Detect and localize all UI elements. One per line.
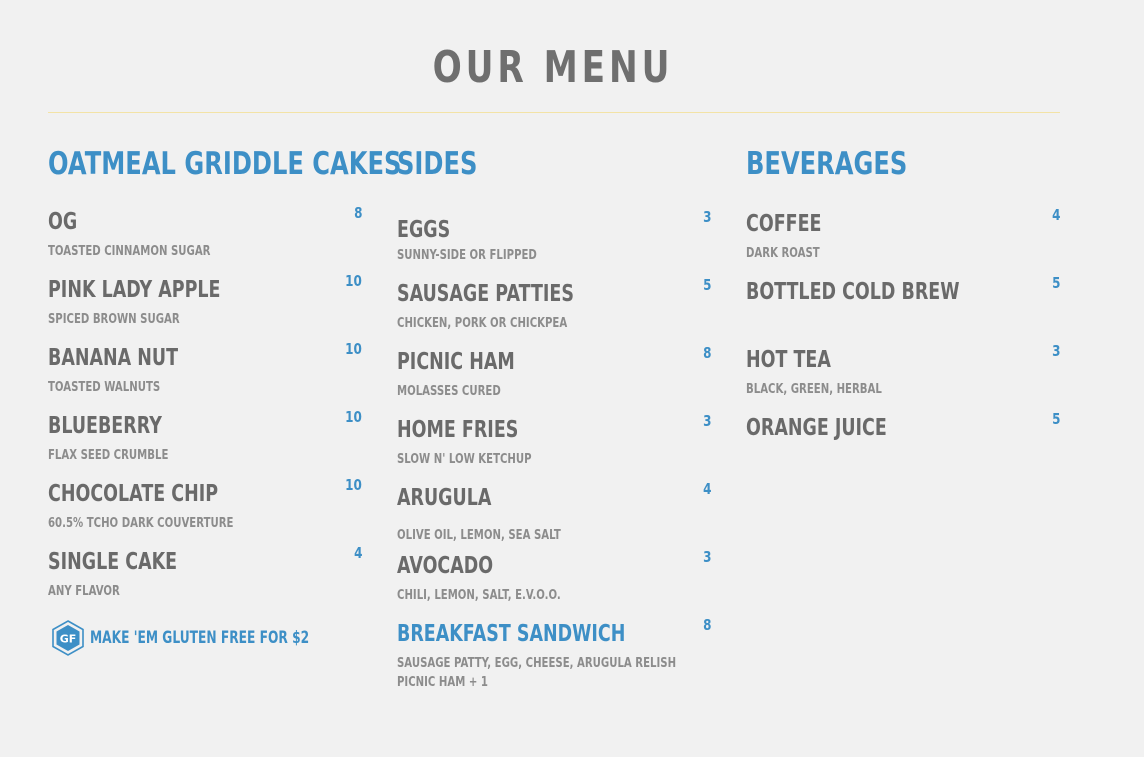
menu-item: CHOCOLATE CHIP 10 60.5% TCHO DARK COUVERTU… [48, 476, 362, 542]
page-title: OUR MENU [432, 42, 674, 93]
menu-item-name: SAUSAGE PATTIES [397, 281, 574, 307]
menu-item-description: ANY FLAVOR [48, 584, 120, 599]
menu-item-price: 5 [702, 276, 711, 294]
menu-item-price: 10 [345, 340, 362, 358]
menu-item-description: FLAX SEED CRUMBLE [48, 448, 169, 463]
menu-item-name: EGGS [397, 217, 451, 243]
menu-item-name: CHOCOLATE CHIP [48, 481, 219, 507]
gluten-free-note: GF MAKE 'EM GLUTEN FREE FOR $2 [52, 620, 394, 656]
menu-item-price: 3 [702, 412, 711, 430]
menu-item: PINK LADY APPLE 10 SPICED BROWN SUGAR [48, 272, 362, 338]
menu-item-name: PINK LADY APPLE [48, 277, 221, 303]
menu-item-price: 10 [345, 272, 362, 290]
menu-item-name: AVOCADO [397, 553, 494, 579]
menu-item-name: BANANA NUT [48, 345, 179, 371]
column-sides: SIDES EGGS 3 SUNNY-SIDE OR FLIPPED SAUSAGE … [397, 144, 711, 690]
gluten-free-note-text: MAKE 'EM GLUTEN FREE FOR $2 [90, 628, 310, 648]
menu-item-description: 60.5% TCHO DARK COUVERTURE [48, 516, 234, 531]
menu-item-description: SPICED BROWN SUGAR [48, 312, 180, 327]
menu-item-price: 4 [353, 544, 362, 562]
menu-item: OG 8 TOASTED CINNAMON SUGAR [48, 204, 362, 270]
menu-item-description: SAUSAGE PATTY, EGG, CHEESE, ARUGULA RELI… [397, 656, 677, 671]
menu-item-price: 8 [353, 204, 362, 222]
menu-item: HOT TEA 3 BLACK, GREEN, HERBAL [746, 342, 1060, 408]
section-heading: BEVERAGES [746, 146, 908, 182]
menu-item: ARUGULA 4 OLIVE OIL, LEMON, SEA SALT [397, 480, 711, 546]
menu-item-price: 4 [1051, 206, 1060, 224]
menu-item-price: 3 [702, 208, 711, 226]
menu-item: AVOCADO 3 CHILI, LEMON, SALT, E.V.O.O. [397, 548, 711, 614]
menu-item-description: CHICKEN, PORK OR CHICKPEA [397, 316, 568, 331]
menu-item-name: OG [48, 209, 78, 235]
menu-item-price: 8 [702, 344, 711, 362]
menu-item-description: PICNIC HAM + 1 [397, 675, 488, 690]
menu-item: BLUEBERRY 10 FLAX SEED CRUMBLE [48, 408, 362, 474]
menu-item-price: 10 [345, 408, 362, 426]
menu-item-price: 5 [1051, 410, 1060, 428]
menu-item-name: SINGLE CAKE [48, 549, 178, 575]
menu-item-name: COFFEE [746, 211, 822, 237]
menu-item: SINGLE CAKE 4 ANY FLAVOR [48, 544, 362, 610]
menu-item: BOTTLED COLD BREW 5 [746, 274, 1060, 340]
menu-item-price: 3 [702, 548, 711, 566]
menu-item: PICNIC HAM 8 MOLASSES CURED [397, 344, 711, 410]
menu-item-name: HOT TEA [746, 347, 831, 373]
menu-item-description: OLIVE OIL, LEMON, SEA SALT [397, 528, 561, 543]
menu-item: SAUSAGE PATTIES 5 CHICKEN, PORK OR CHICKPE… [397, 276, 711, 342]
menu-item-description: TOASTED WALNUTS [48, 380, 161, 395]
menu-item-description: SUNNY-SIDE OR FLIPPED [397, 248, 537, 263]
section-heading: OATMEAL GRIDDLE CAKES [48, 146, 402, 182]
menu-item-description: MOLASSES CURED [397, 384, 501, 399]
menu-item: BREAKFAST SANDWICH 8 SAUSAGE PATTY, EGG, C… [397, 616, 711, 690]
menu-item-name: BREAKFAST SANDWICH [397, 621, 626, 647]
menu-item-name: PICNIC HAM [397, 349, 515, 375]
gluten-free-hexagon-icon: GF [52, 620, 84, 656]
column-oatmeal-griddle-cakes: OATMEAL GRIDDLE CAKES OG 8 TOASTED CINNAMO… [48, 144, 402, 656]
menu-item-description: BLACK, GREEN, HERBAL [746, 382, 882, 397]
menu-item-name: BOTTLED COLD BREW [746, 279, 960, 305]
menu-item-price: 5 [1051, 274, 1060, 292]
section-heading: SIDES [397, 146, 478, 182]
menu-item: EGGS 3 SUNNY-SIDE OR FLIPPED [397, 208, 711, 274]
menu-item: ORANGE JUICE 5 [746, 410, 1060, 476]
menu-item-description: SLOW N' LOW KETCHUP [397, 452, 532, 467]
menu-item: BANANA NUT 10 TOASTED WALNUTS [48, 340, 362, 406]
menu-item-price: 8 [702, 616, 711, 634]
title-divider [48, 112, 1060, 113]
column-beverages: BEVERAGES COFFEE 4 DARK ROAST BOTTLED COLD … [746, 144, 1060, 441]
menu-item-description: DARK ROAST [746, 246, 820, 261]
menu-item-name: BLUEBERRY [48, 413, 162, 439]
gluten-free-badge-text: GF [60, 633, 77, 646]
menu-item-description: TOASTED CINNAMON SUGAR [48, 244, 211, 259]
menu-item-name: ARUGULA [397, 485, 492, 511]
menu-item-price: 3 [1051, 342, 1060, 360]
menu-item: HOME FRIES 3 SLOW N' LOW KETCHUP [397, 412, 711, 478]
menu-item-price: 10 [345, 476, 362, 494]
menu-item-name: ORANGE JUICE [746, 415, 887, 441]
menu-item-name: HOME FRIES [397, 417, 519, 443]
menu-item-description: CHILI, LEMON, SALT, E.V.O.O. [397, 588, 561, 603]
menu-item: COFFEE 4 DARK ROAST [746, 206, 1060, 272]
menu-item-price: 4 [702, 480, 711, 498]
